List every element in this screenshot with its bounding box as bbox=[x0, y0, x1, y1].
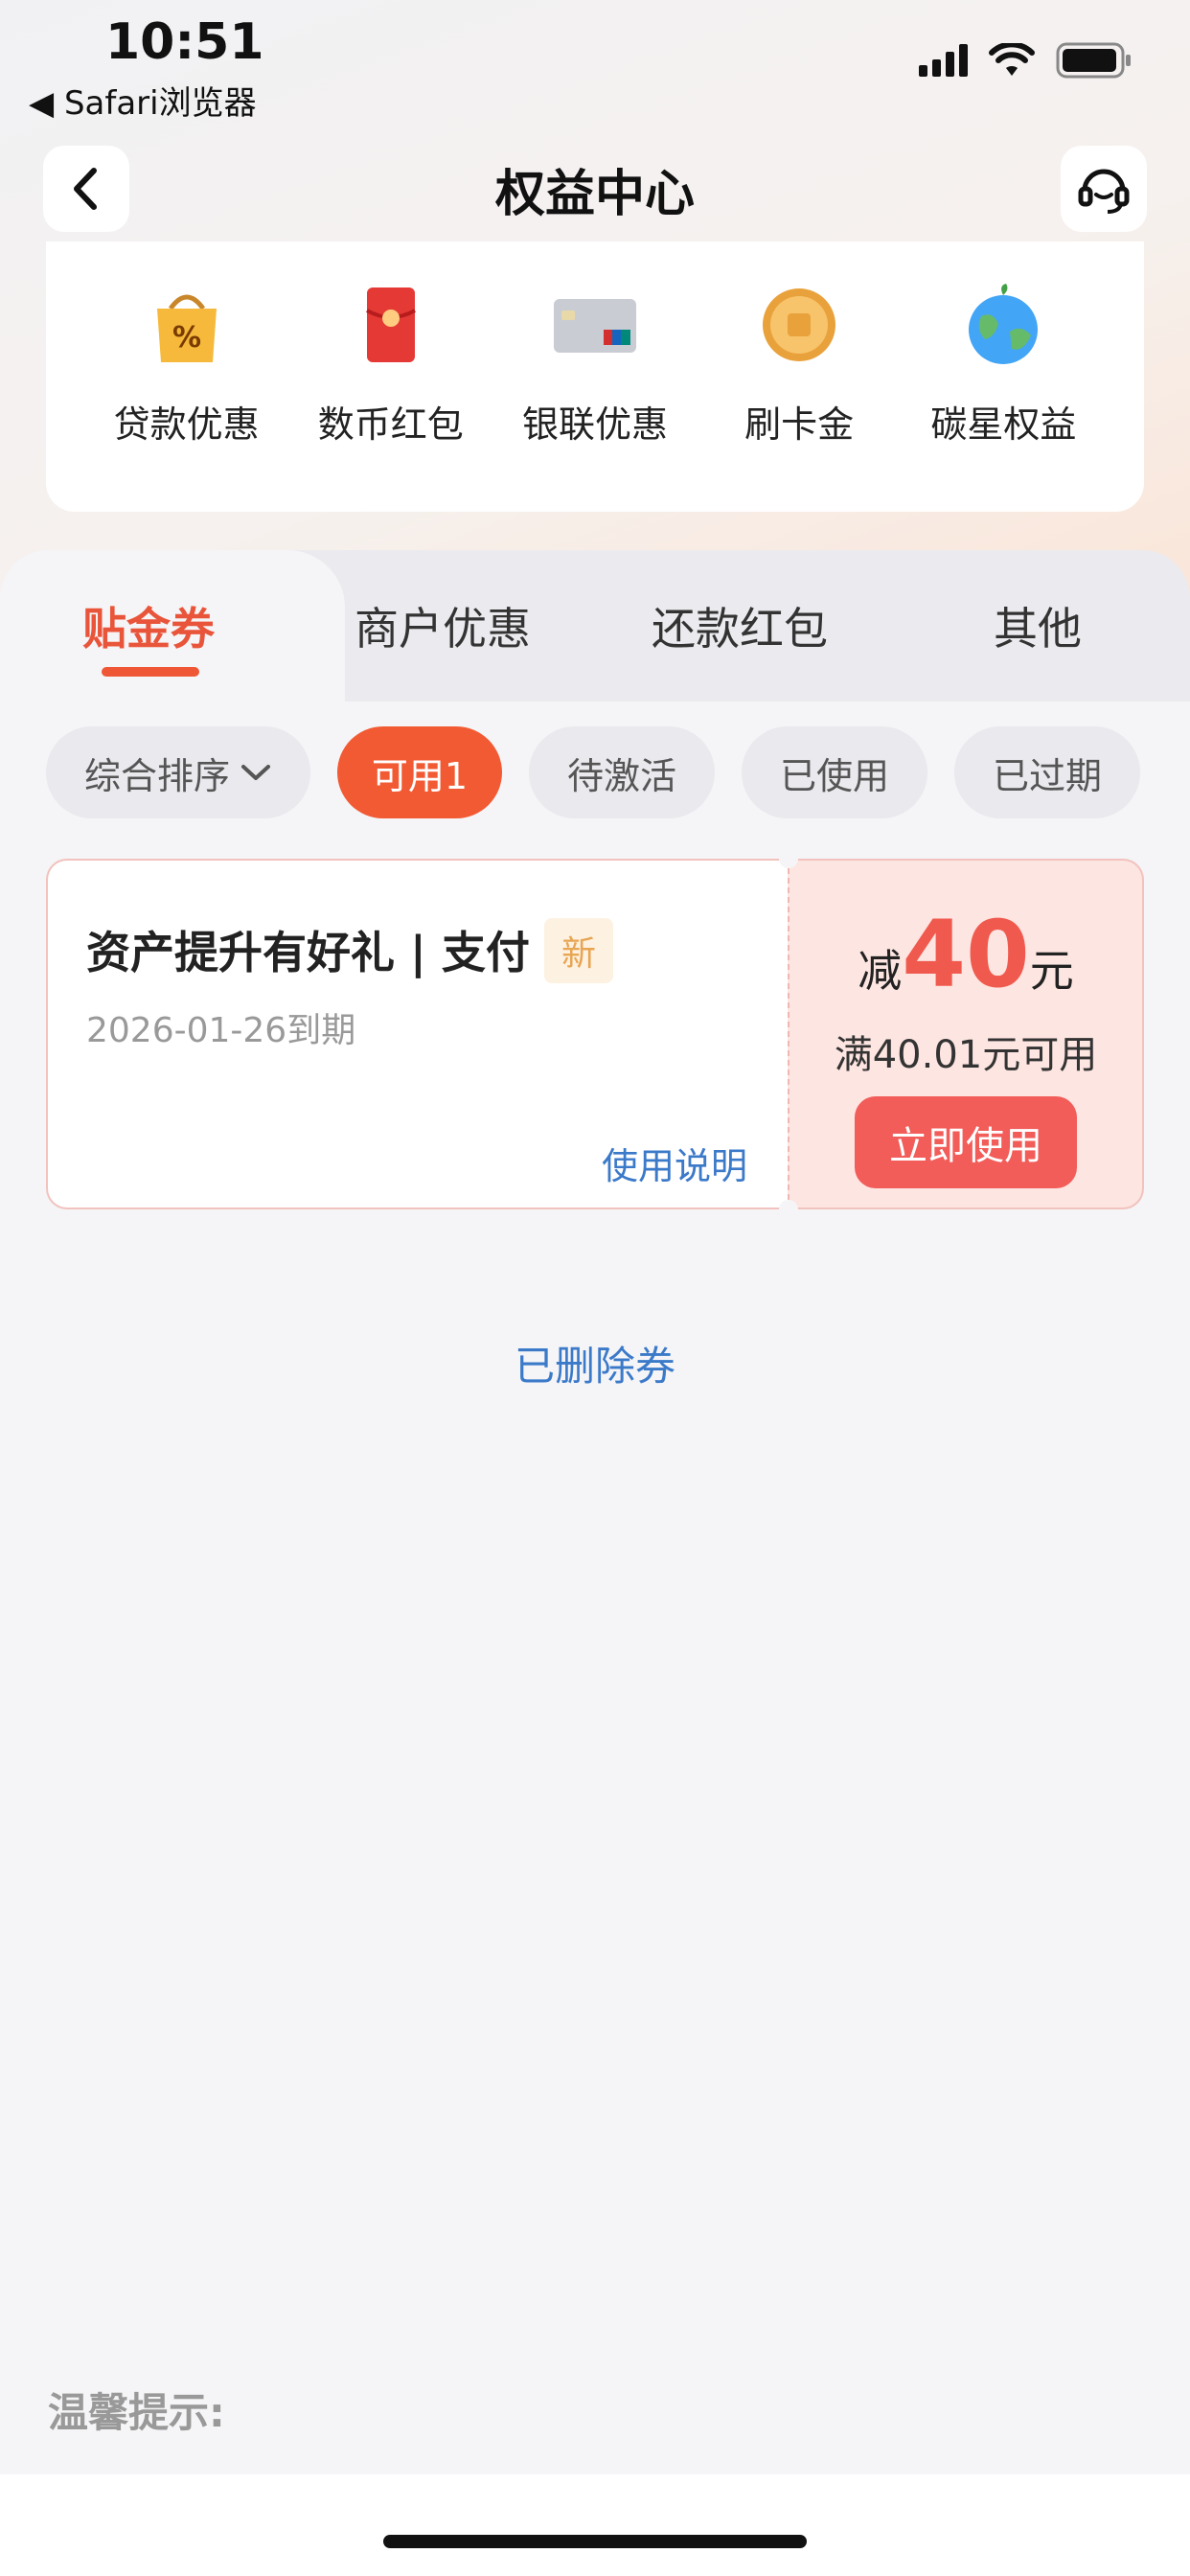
active-tab-indicator bbox=[102, 667, 199, 677]
filter-expired[interactable]: 已过期 bbox=[954, 726, 1140, 818]
coupon-title: 资产提升有好礼 | 支付 bbox=[86, 927, 530, 978]
benefit-categories: % 贷款优惠 数币红包 银联优惠 刷卡金 碳星权益 bbox=[46, 242, 1144, 512]
category-label: 数币红包 bbox=[317, 403, 464, 446]
deleted-coupons-link[interactable]: 已删除券 bbox=[0, 1334, 1190, 1392]
svg-text:%: % bbox=[172, 321, 201, 355]
coupon-notch-top bbox=[779, 849, 798, 868]
coupon-expiry-date: 2026-01-26到期 bbox=[86, 1011, 356, 1050]
filter-sort-dropdown[interactable]: 综合排序 bbox=[46, 726, 310, 818]
tab-other[interactable]: 其他 bbox=[994, 594, 1082, 657]
wifi-icon bbox=[989, 43, 1035, 78]
filter-available[interactable]: 可用1 bbox=[337, 726, 502, 818]
category-label: 贷款优惠 bbox=[113, 403, 260, 446]
category-label: 银联优惠 bbox=[521, 403, 668, 446]
earth-icon bbox=[969, 284, 1039, 364]
tips-heading: 温馨提示: bbox=[48, 2389, 225, 2436]
usage-instructions-link[interactable]: 使用说明 bbox=[602, 1137, 747, 1189]
filter-used[interactable]: 已使用 bbox=[742, 726, 927, 818]
coupon-condition: 满40.01元可用 bbox=[834, 1033, 1098, 1077]
unionpay-card-icon bbox=[553, 299, 636, 353]
chevron-down-icon bbox=[241, 765, 270, 780]
category-label: 碳星权益 bbox=[930, 403, 1077, 446]
category-digital-currency-red-envelope[interactable]: 数币红包 bbox=[295, 282, 487, 512]
tab-repayment-red-envelope[interactable]: 还款红包 bbox=[652, 594, 828, 657]
tab-gold-coupon[interactable]: 贴金券 bbox=[82, 594, 215, 657]
loan-bag-icon: % bbox=[156, 294, 217, 362]
home-indicator[interactable] bbox=[383, 2535, 807, 2548]
cellular-signal-icon bbox=[919, 44, 968, 77]
coupon-amount: 减40元 bbox=[788, 901, 1144, 1008]
headset-icon bbox=[1078, 169, 1130, 214]
tab-merchant-offers[interactable]: 商户优惠 bbox=[355, 594, 531, 657]
amount-suffix: 元 bbox=[1029, 945, 1074, 997]
page-title: 权益中心 bbox=[494, 166, 695, 223]
amount-prefix: 减 bbox=[858, 945, 903, 997]
gold-coin-icon bbox=[763, 288, 836, 361]
battery-icon bbox=[1056, 42, 1133, 79]
bottom-area bbox=[0, 2474, 1190, 2576]
back-to-safari-link[interactable]: ◀ Safari浏览器 bbox=[29, 77, 257, 124]
category-label: 刷卡金 bbox=[744, 403, 855, 446]
red-envelope-icon bbox=[365, 288, 416, 362]
status-icons bbox=[919, 42, 1133, 79]
status-time: 10:51 bbox=[105, 13, 264, 71]
category-loan-discount[interactable]: % 贷款优惠 bbox=[91, 282, 283, 512]
category-card-swipe-gold[interactable]: 刷卡金 bbox=[703, 282, 895, 512]
category-unionpay-discount[interactable]: 银联优惠 bbox=[499, 282, 691, 512]
customer-service-button[interactable] bbox=[1061, 146, 1147, 232]
use-now-button[interactable]: 立即使用 bbox=[855, 1096, 1077, 1188]
new-badge: 新 bbox=[544, 918, 613, 983]
filter-pending-activation[interactable]: 待激活 bbox=[529, 726, 715, 818]
filter-label: 综合排序 bbox=[83, 754, 230, 797]
category-carbon-star-benefits[interactable]: 碳星权益 bbox=[907, 282, 1099, 512]
amount-value: 40 bbox=[902, 901, 1030, 1008]
coupon-notch-bottom bbox=[779, 1200, 798, 1219]
